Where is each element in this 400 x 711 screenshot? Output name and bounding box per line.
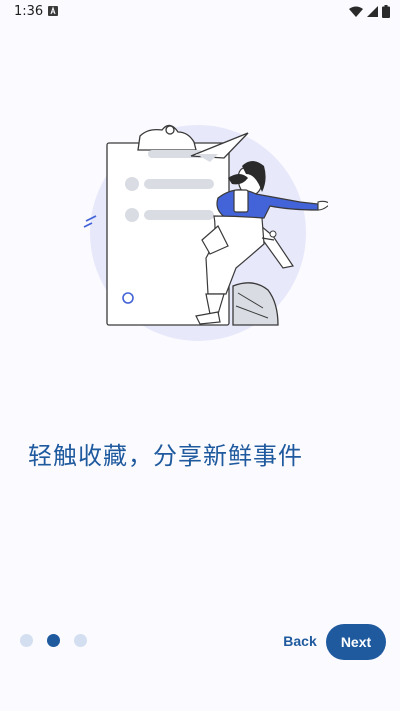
page-dot-active: [47, 634, 60, 647]
onboarding-headline: 轻触收藏，分享新鲜事件: [28, 442, 303, 470]
page-indicator: [20, 634, 87, 647]
wifi-icon: [349, 6, 363, 17]
signal-icon: [367, 6, 378, 17]
next-button[interactable]: Next: [326, 624, 386, 660]
status-icons: [349, 5, 390, 18]
a-notification-icon: [48, 6, 58, 16]
status-time: 1:36: [14, 4, 44, 19]
back-button[interactable]: Back: [276, 624, 324, 658]
page-dot: [20, 634, 33, 647]
battery-icon: [382, 5, 390, 18]
status-bar: 1:36: [0, 0, 400, 24]
page-dot: [74, 634, 87, 647]
onboarding-illustration: [83, 124, 328, 341]
